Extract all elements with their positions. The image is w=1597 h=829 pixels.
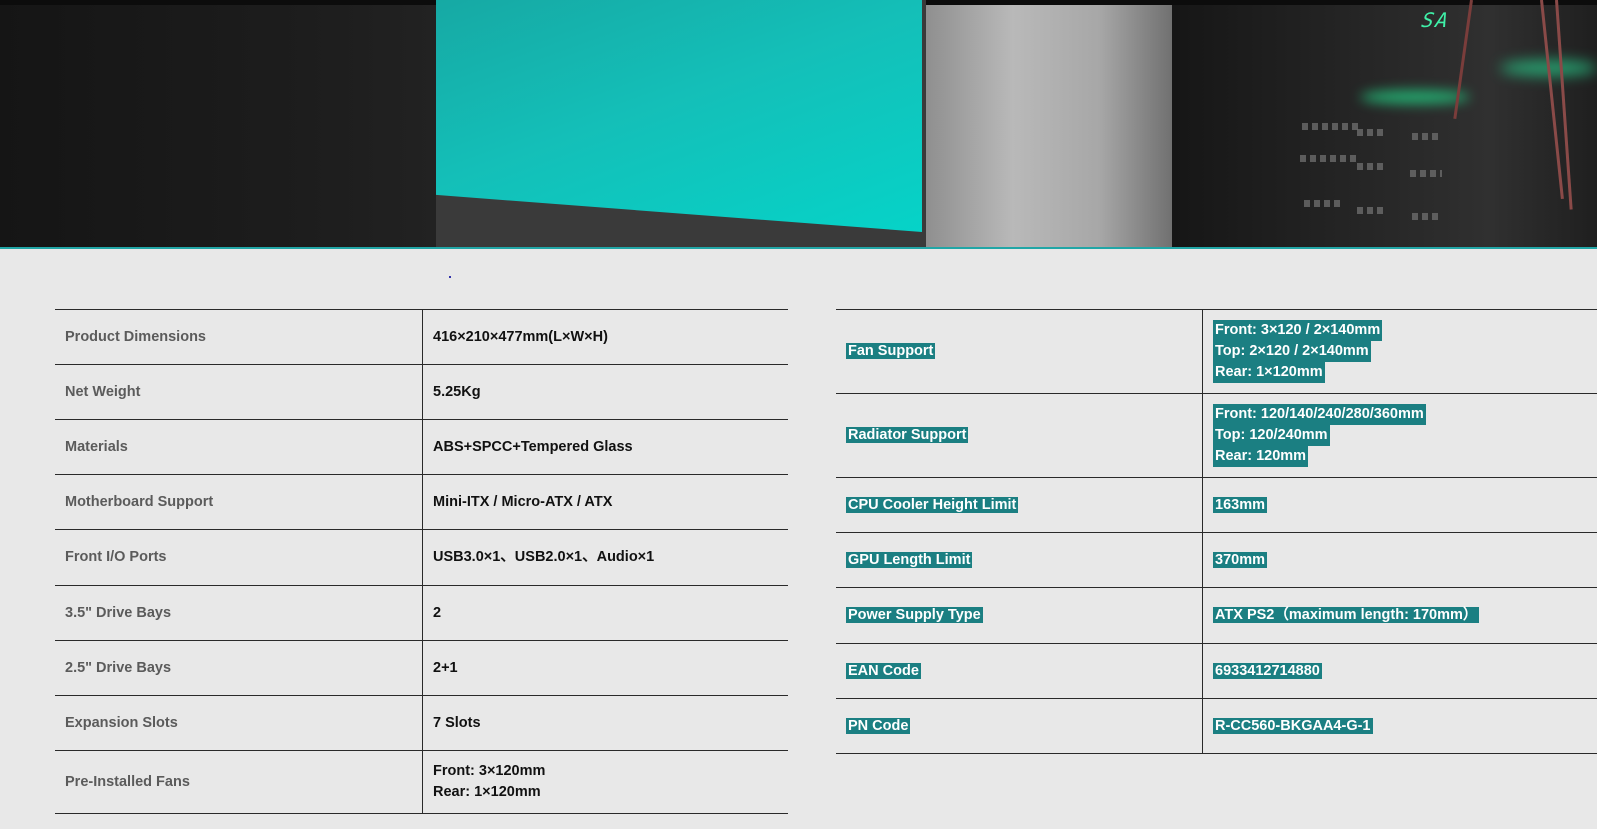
vent-slot: [1410, 170, 1442, 177]
spec-row: PN Code R-CC560-BKGAA4-G-1: [836, 698, 1597, 754]
decorative-dot: [449, 276, 451, 278]
vent-slot: [1357, 163, 1387, 170]
case-interior: [1172, 5, 1597, 247]
spec-label: GPU Length Limit: [836, 532, 1203, 588]
case-brand-logo: SA: [1419, 8, 1453, 32]
rgb-glow: [1360, 90, 1470, 104]
spec-row: Radiator Support Front: 120/140/240/280/…: [836, 393, 1597, 478]
spec-value: 163mm: [1202, 477, 1597, 533]
spec-value: USB3.0×1、USB2.0×1、Audio×1: [422, 529, 788, 586]
spec-row: Product Dimensions 416×210×477mm(L×W×H): [55, 309, 788, 365]
spec-value-line: Rear: 1×120mm: [1213, 362, 1325, 383]
spec-value-line: Top: 120/240mm: [1213, 425, 1330, 446]
spec-value: Front: 3×120mm Rear: 1×120mm: [422, 750, 788, 814]
spec-value-text: 163mm: [1213, 496, 1267, 513]
product-hero-image: SA: [0, 0, 1597, 249]
case-side-panel: [926, 5, 1174, 247]
spec-label-text: PN Code: [846, 717, 911, 734]
spec-value: 416×210×477mm(L×W×H): [422, 309, 788, 365]
vent-slot: [1412, 213, 1442, 220]
spec-value-line: Front: 120/140/240/280/360mm: [1213, 404, 1426, 425]
spec-label-text: Radiator Support: [846, 427, 969, 443]
spec-table-right: Fan Support Front: 3×120 / 2×140mm Top: …: [836, 309, 1597, 754]
spec-value: 2: [422, 585, 788, 641]
spec-label: 3.5" Drive Bays: [55, 585, 423, 641]
monitor-screen: [436, 0, 922, 232]
spec-row: Materials ABS+SPCC+Tempered Glass: [55, 419, 788, 475]
spec-value-text: 6933412714880: [1213, 662, 1322, 679]
spec-value: 5.25Kg: [422, 364, 788, 420]
spec-value-line: Front: 3×120mm: [433, 763, 546, 779]
spec-row: CPU Cooler Height Limit 163mm: [836, 477, 1597, 533]
spec-row: Expansion Slots 7 Slots: [55, 695, 788, 751]
spec-value-line: Rear: 1×120mm: [433, 784, 541, 800]
spec-label-text: EAN Code: [846, 662, 921, 679]
spec-value: R-CC560-BKGAA4-G-1: [1202, 698, 1597, 754]
spec-label-text: CPU Cooler Height Limit: [846, 496, 1019, 513]
spec-value-text: ATX PS2（maximum length: 170mm）: [1213, 607, 1480, 623]
spec-value: 370mm: [1202, 532, 1597, 588]
spec-label: Product Dimensions: [55, 309, 423, 365]
spec-label: Net Weight: [55, 364, 423, 420]
vent-slot: [1357, 129, 1387, 136]
vent-slot: [1302, 123, 1362, 130]
spec-value-text: 370mm: [1213, 551, 1267, 568]
spec-value: ABS+SPCC+Tempered Glass: [422, 419, 788, 475]
spec-label: 2.5" Drive Bays: [55, 640, 423, 696]
spec-row: 3.5" Drive Bays 2: [55, 585, 788, 641]
spec-row: Power Supply Type ATX PS2（maximum length…: [836, 587, 1597, 644]
spec-value: 7 Slots: [422, 695, 788, 751]
spec-value: ATX PS2（maximum length: 170mm）: [1202, 587, 1597, 644]
spec-row: Motherboard Support Mini-ITX / Micro-ATX…: [55, 474, 788, 530]
spec-value: Mini-ITX / Micro-ATX / ATX: [422, 474, 788, 530]
spec-label: PN Code: [836, 698, 1203, 754]
spec-label: EAN Code: [836, 643, 1203, 699]
spec-label: Radiator Support: [836, 393, 1203, 478]
spec-row: Pre-Installed Fans Front: 3×120mm Rear: …: [55, 750, 788, 814]
spec-label-text: Fan Support: [846, 343, 936, 359]
spec-row: EAN Code 6933412714880: [836, 643, 1597, 699]
spec-label: Fan Support: [836, 309, 1203, 394]
vent-slot: [1300, 155, 1360, 162]
spec-row: GPU Length Limit 370mm: [836, 532, 1597, 588]
vent-slot: [1357, 207, 1387, 214]
spec-label-text: Power Supply Type: [846, 607, 983, 623]
spec-label: Power Supply Type: [836, 587, 1203, 644]
vent-slot: [1304, 200, 1344, 207]
spec-label: Motherboard Support: [55, 474, 423, 530]
hero-background: [0, 5, 440, 247]
spec-value: Front: 120/140/240/280/360mm Top: 120/24…: [1202, 393, 1597, 478]
spec-value-line: Top: 2×120 / 2×140mm: [1213, 341, 1371, 362]
spec-table-left: Product Dimensions 416×210×477mm(L×W×H) …: [55, 309, 788, 814]
vent-slot: [1412, 133, 1442, 140]
spec-label: CPU Cooler Height Limit: [836, 477, 1203, 533]
spec-row: Front I/O Ports USB3.0×1、USB2.0×1、Audio×…: [55, 529, 788, 586]
spec-label: Expansion Slots: [55, 695, 423, 751]
spec-row: Fan Support Front: 3×120 / 2×140mm Top: …: [836, 309, 1597, 394]
spec-value-line: Front: 3×120 / 2×140mm: [1213, 320, 1383, 341]
spec-value-line: Rear: 120mm: [1213, 446, 1309, 467]
spec-label: Materials: [55, 419, 423, 475]
spec-value: 2+1: [422, 640, 788, 696]
spec-value-text: R-CC560-BKGAA4-G-1: [1213, 717, 1373, 734]
spec-value: Front: 3×120 / 2×140mm Top: 2×120 / 2×14…: [1202, 309, 1597, 394]
spec-label: Front I/O Ports: [55, 529, 423, 586]
spec-row: 2.5" Drive Bays 2+1: [55, 640, 788, 696]
spec-row: Net Weight 5.25Kg: [55, 364, 788, 420]
spec-value: 6933412714880: [1202, 643, 1597, 699]
spec-label: Pre-Installed Fans: [55, 750, 423, 814]
spec-label-text: GPU Length Limit: [846, 551, 973, 568]
